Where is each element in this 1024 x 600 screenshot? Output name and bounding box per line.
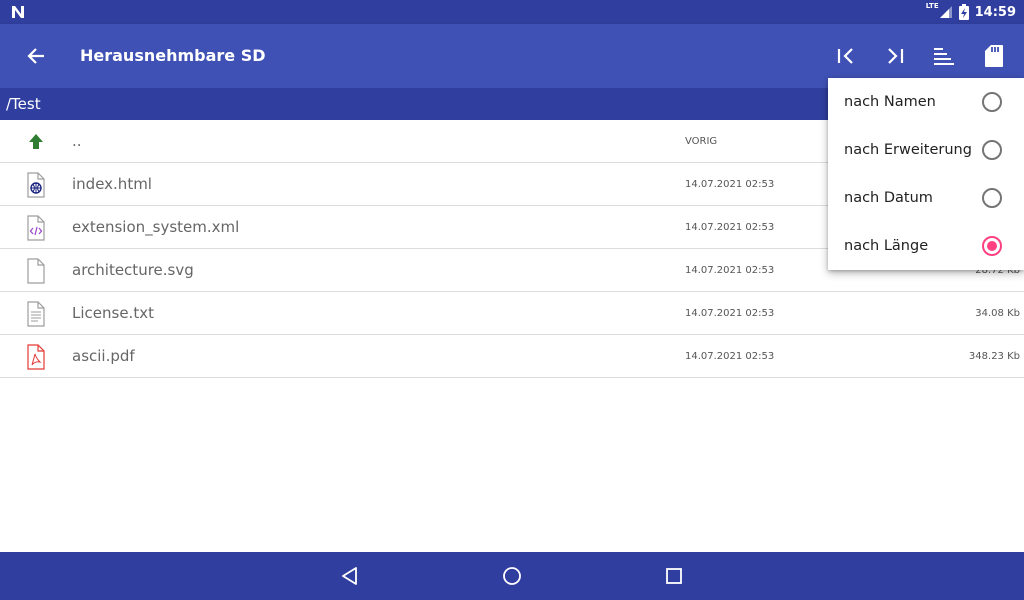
- back-button[interactable]: [16, 36, 56, 76]
- skip-last-icon: [888, 48, 904, 64]
- status-time: 14:59: [974, 4, 1016, 20]
- status-bar: LTE 14:59: [0, 0, 1024, 24]
- skip-first-icon: [837, 48, 853, 64]
- file-size: 348.23 Kb: [968, 351, 1020, 362]
- radio-button[interactable]: [982, 140, 1002, 160]
- nav-recents-button[interactable]: [658, 560, 690, 592]
- nav-back-icon: [342, 567, 357, 585]
- html-file-icon: [27, 172, 45, 198]
- file-name: extension_system.xml: [72, 218, 240, 236]
- radio-button[interactable]: [982, 188, 1002, 208]
- sd-card-button[interactable]: [974, 36, 1014, 76]
- text-file-icon: [27, 301, 45, 327]
- file-row-ascii-pdf[interactable]: ascii.pdf 14.07.2021 02:53 348.23 Kb: [0, 335, 1024, 378]
- file-name: index.html: [72, 175, 152, 193]
- sort-option-extension[interactable]: nach Erweiterung: [828, 126, 1024, 174]
- skip-first-button[interactable]: [826, 36, 866, 76]
- nav-recents-icon: [666, 568, 682, 584]
- radio-button[interactable]: [982, 236, 1002, 256]
- nav-back-button[interactable]: [334, 560, 366, 592]
- arrow-up-icon: [29, 134, 43, 149]
- navigation-bar: [0, 552, 1024, 600]
- xml-file-icon: [27, 215, 45, 241]
- app-title: Herausnehmbare SD: [80, 46, 266, 65]
- radio-button[interactable]: [982, 92, 1002, 112]
- sort-menu: nach Namen nach Erweiterung nach Datum n…: [828, 78, 1024, 270]
- status-icons: LTE 14:59: [920, 0, 1016, 24]
- sort-option-label: nach Datum: [844, 190, 933, 206]
- sort-option-label: nach Erweiterung: [844, 142, 972, 158]
- file-row-license-txt[interactable]: License.txt 14.07.2021 02:53 34.08 Kb: [0, 292, 1024, 335]
- file-name: ascii.pdf: [72, 347, 135, 365]
- n-logo-icon: [12, 6, 24, 18]
- file-date: VORIG: [685, 136, 718, 147]
- signal-icon: [939, 6, 952, 18]
- file-date: 14.07.2021 02:53: [685, 179, 775, 190]
- sort-option-date[interactable]: nach Datum: [828, 174, 1024, 222]
- file-date: 14.07.2021 02:53: [685, 265, 775, 276]
- sort-option-name[interactable]: nach Namen: [828, 78, 1024, 126]
- current-path: /Test: [6, 95, 41, 113]
- sort-option-label: nach Namen: [844, 94, 936, 110]
- nav-home-icon: [503, 567, 521, 585]
- file-size: 34.08 Kb: [975, 308, 1020, 319]
- sd-card-icon: [985, 45, 1003, 67]
- file-date: 14.07.2021 02:53: [685, 308, 775, 319]
- file-name: architecture.svg: [72, 261, 194, 279]
- arrow-back-icon: [27, 48, 44, 64]
- network-type: LTE: [925, 2, 939, 10]
- sort-option-label: nach Länge: [844, 238, 929, 254]
- nav-home-button[interactable]: [496, 560, 528, 592]
- sort-icon: [934, 48, 954, 65]
- battery-charging-icon: [958, 4, 969, 20]
- file-name: License.txt: [72, 304, 154, 322]
- file-icon: [27, 258, 45, 284]
- file-date: 14.07.2021 02:53: [685, 351, 775, 362]
- pdf-file-icon: [27, 344, 45, 370]
- skip-last-button[interactable]: [875, 36, 915, 76]
- file-date: 14.07.2021 02:53: [685, 222, 775, 233]
- sort-option-length[interactable]: nach Länge: [828, 222, 1024, 270]
- sort-button[interactable]: [924, 36, 964, 76]
- file-name: ..: [72, 132, 82, 150]
